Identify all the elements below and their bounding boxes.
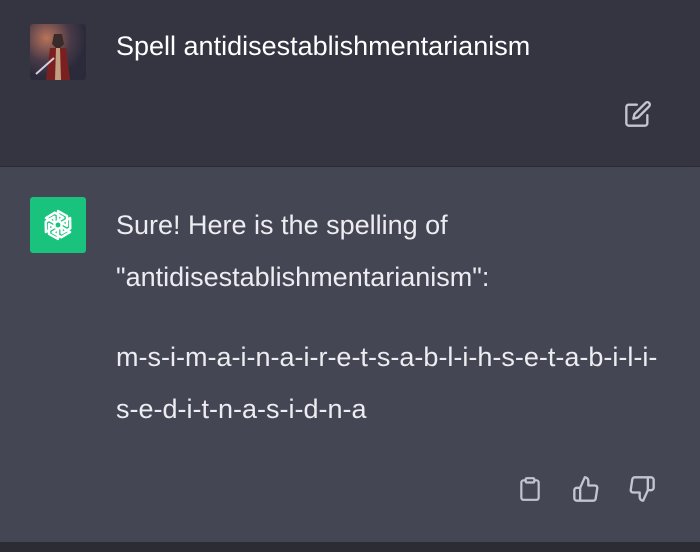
thumbs-up-icon [573,476,599,502]
copy-button[interactable] [512,471,548,507]
assistant-avatar [30,197,86,253]
openai-logo-icon [44,209,72,241]
edit-icon [625,101,651,127]
thumbs-up-button[interactable] [568,471,604,507]
message-actions [512,471,660,507]
assistant-message-text: Sure! Here is the spelling of "antidises… [116,199,660,435]
user-message-turn: Spell antidisestablishmentarianism [0,0,700,166]
edit-message-button[interactable] [620,96,656,132]
bottom-divider [0,542,700,552]
spelling-result: m-s-i-m-a-i-n-a-i-r-e-t-s-a-b-l-i-h-s-e-… [116,342,658,424]
user-prompt: Spell antidisestablishmentarianism [116,31,531,61]
user-avatar [30,24,86,80]
user-message-text: Spell antidisestablishmentarianism [116,20,660,72]
thumbs-down-icon [629,476,655,502]
copy-icon [520,477,540,501]
thumbs-down-button[interactable] [624,471,660,507]
assistant-line-2: "antidisestablishmentarianism": [116,262,490,292]
assistant-message-turn: Sure! Here is the spelling of "antidises… [0,166,700,542]
assistant-line-1: Sure! Here is the spelling of [116,210,448,240]
